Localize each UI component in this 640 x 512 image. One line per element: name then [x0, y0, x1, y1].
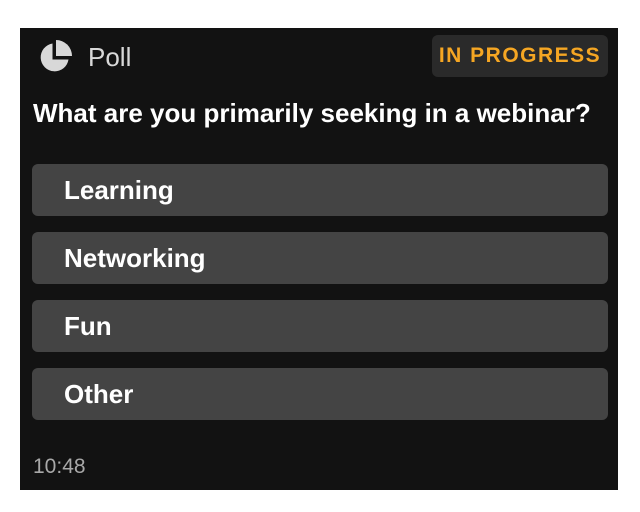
poll-option-label: Fun — [64, 310, 112, 341]
poll-option-learning[interactable]: Learning — [32, 164, 608, 216]
timestamp: 10:48 — [33, 455, 86, 478]
poll-option-label: Learning — [64, 174, 174, 205]
poll-question: What are you primarily seeking in a webi… — [33, 98, 591, 128]
poll-title: Poll — [88, 42, 132, 72]
poll-option-networking[interactable]: Networking — [32, 232, 608, 284]
poll-options: Learning Networking Fun Other — [32, 164, 608, 436]
pie-chart-icon — [37, 39, 73, 75]
status-badge: IN PROGRESS — [432, 35, 608, 77]
poll-card: Poll IN PROGRESS What are you primarily … — [20, 28, 618, 490]
poll-option-label: Networking — [64, 242, 206, 273]
poll-option-label: Other — [64, 378, 134, 409]
poll-option-fun[interactable]: Fun — [32, 300, 608, 352]
poll-option-other[interactable]: Other — [32, 368, 608, 420]
poll-header: Poll IN PROGRESS — [20, 28, 618, 86]
